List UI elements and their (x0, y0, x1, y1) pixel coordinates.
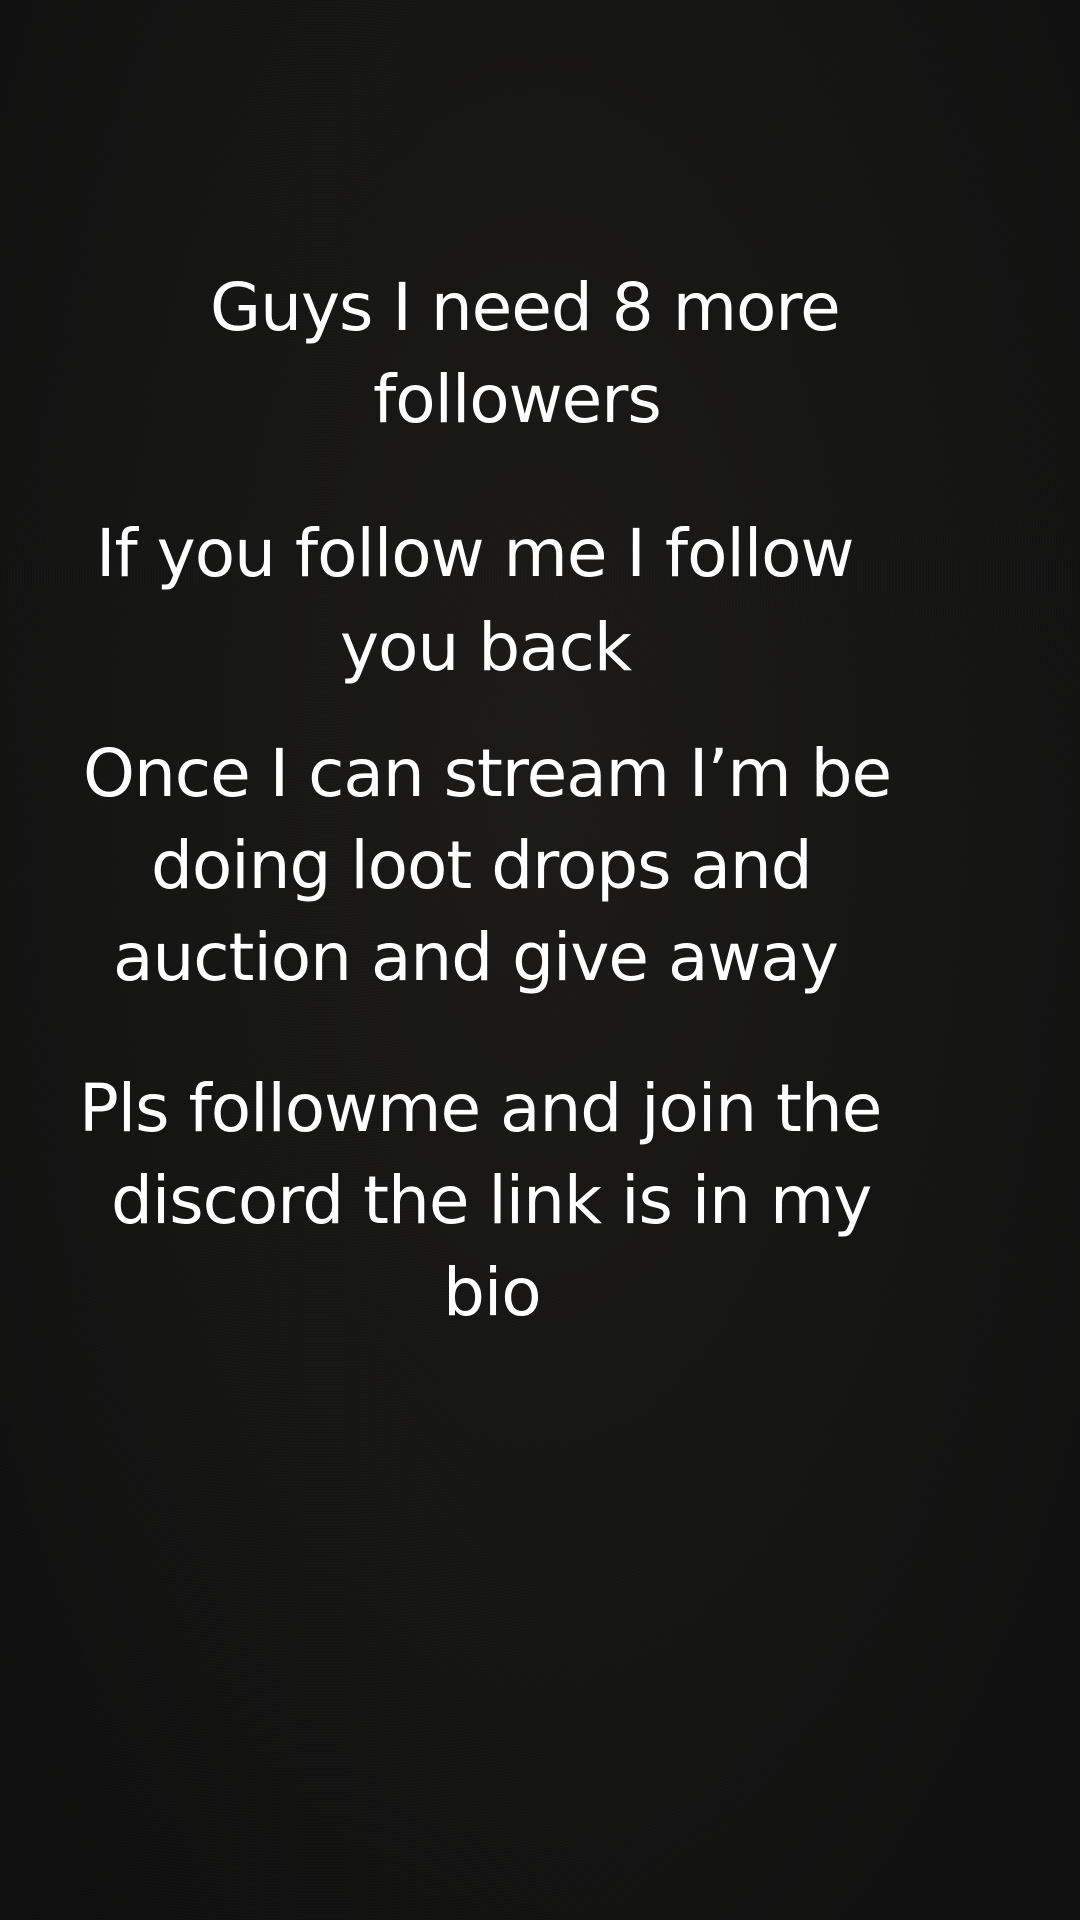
caption-line: Pls followme and join the (79, 1070, 882, 1147)
caption-line: auction and give away (113, 919, 839, 996)
caption-line: you back (340, 609, 632, 686)
caption-line: followers (373, 361, 662, 438)
caption-line: Once I can stream I’m be (83, 735, 892, 812)
caption-line: discord the link is in my (111, 1162, 872, 1239)
caption-line: bio (443, 1254, 542, 1331)
caption-line: Guys I need 8 more (210, 269, 841, 346)
caption-line: If you follow me I follow (96, 515, 855, 592)
caption-line: doing loot drops and (151, 827, 813, 904)
